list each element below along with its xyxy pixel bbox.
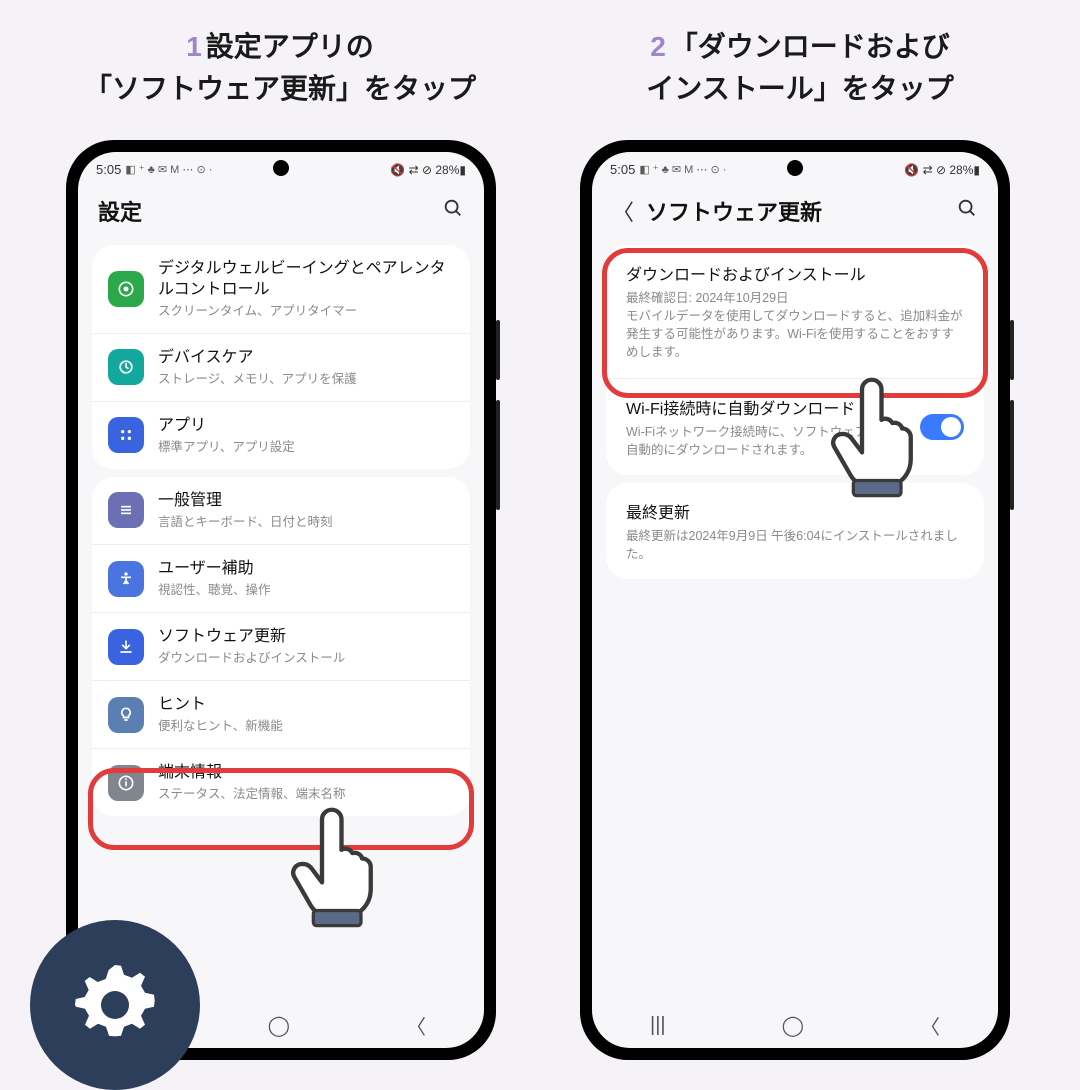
- step-1-heading: 1設定アプリの 「ソフトウェア更新」をタップ: [40, 26, 520, 110]
- last-update[interactable]: 最終更新 最終更新は2024年9月9日 午後6:04にインストールされました。: [606, 483, 984, 579]
- recent-apps-button[interactable]: |||: [650, 1014, 666, 1037]
- settings-item-device-care[interactable]: デバイスケアストレージ、メモリ、アプリを保護: [92, 333, 470, 401]
- update-options-card: ダウンロードおよびインストール 最終確認日: 2024年10月29日 モバイルデ…: [606, 245, 984, 475]
- software-update-icon: [108, 629, 144, 665]
- general-icon: [108, 492, 144, 528]
- settings-group-1: デジタルウェルビーイングとペアレンタルコントロールスクリーンタイム、アプリタイマ…: [92, 245, 470, 469]
- settings-item-apps[interactable]: アプリ標準アプリ、アプリ設定: [92, 401, 470, 469]
- settings-item-about[interactable]: 端末情報ステータス、法定情報、端末名称: [92, 748, 470, 816]
- settings-item-accessibility[interactable]: ユーザー補助視認性、聴覚、操作: [92, 544, 470, 612]
- settings-item-tips[interactable]: ヒント便利なヒント、新機能: [92, 680, 470, 748]
- back-icon[interactable]: 〈: [612, 195, 634, 227]
- settings-group-2: 一般管理言語とキーボード、日付と時刻 ユーザー補助視認性、聴覚、操作 ソフトウェ…: [92, 477, 470, 816]
- settings-item-software-update[interactable]: ソフトウェア更新ダウンロードおよびインストール: [92, 612, 470, 680]
- step-number: 2: [650, 31, 666, 62]
- auto-download-wifi[interactable]: Wi-Fi接続時に自動ダウンロード Wi-Fiネットワーク接続時に、ソフトウェア…: [606, 378, 984, 475]
- phone-mock-2: 5:05◧ ⁺ ♣ ✉ M ⋯ ⊙ · 🔇 ⇄ ⊘ 28%▮ 〈 ソフトウェア更…: [580, 140, 1010, 1060]
- step-number: 1: [186, 31, 202, 62]
- page-title: 設定: [98, 195, 142, 227]
- accessibility-icon: [108, 561, 144, 597]
- auto-download-toggle[interactable]: [920, 414, 964, 440]
- home-button[interactable]: ◯: [268, 1013, 290, 1038]
- home-button[interactable]: ◯: [782, 1013, 804, 1038]
- download-and-install[interactable]: ダウンロードおよびインストール 最終確認日: 2024年10月29日 モバイルデ…: [606, 245, 984, 378]
- camera-cutout: [787, 160, 803, 176]
- settings-app-icon: [30, 920, 200, 1090]
- apps-icon: [108, 417, 144, 453]
- back-button[interactable]: 〈: [406, 1011, 426, 1040]
- last-update-card: 最終更新 最終更新は2024年9月9日 午後6:04にインストールされました。: [606, 483, 984, 579]
- wellbeing-icon: [108, 271, 144, 307]
- search-icon[interactable]: [442, 197, 464, 225]
- back-button[interactable]: 〈: [920, 1011, 940, 1040]
- settings-item-general[interactable]: 一般管理言語とキーボード、日付と時刻: [92, 477, 470, 544]
- software-update-header: 〈 ソフトウェア更新: [592, 181, 998, 237]
- search-icon[interactable]: [956, 197, 978, 225]
- camera-cutout: [273, 160, 289, 176]
- settings-item-wellbeing[interactable]: デジタルウェルビーイングとペアレンタルコントロールスクリーンタイム、アプリタイマ…: [92, 245, 470, 333]
- tips-icon: [108, 697, 144, 733]
- page-title: ソフトウェア更新: [646, 195, 822, 227]
- settings-header: 設定: [78, 181, 484, 237]
- step-2-heading: 2「ダウンロードおよび インストール」をタップ: [560, 26, 1040, 110]
- device-care-icon: [108, 349, 144, 385]
- android-navbar: ||| ◯ 〈: [592, 1002, 998, 1048]
- about-icon: [108, 765, 144, 801]
